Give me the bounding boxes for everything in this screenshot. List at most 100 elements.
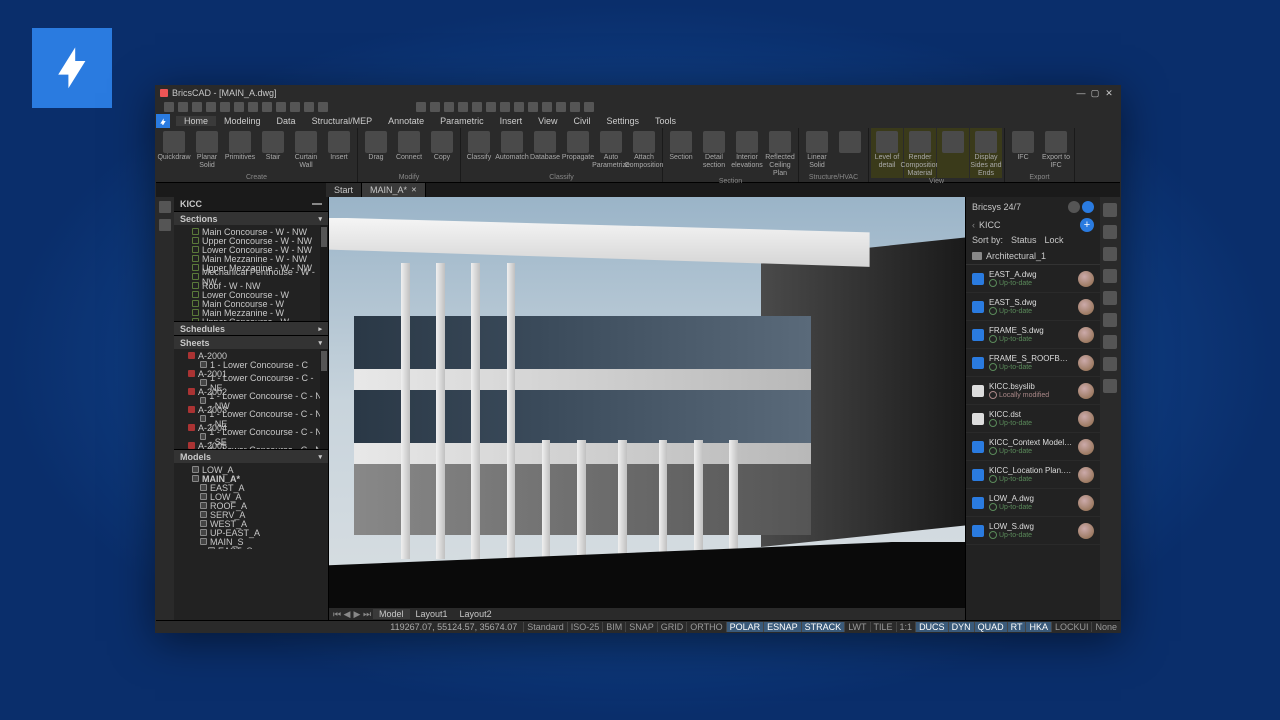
menu-modeling[interactable]: Modeling	[216, 116, 269, 126]
ribbon-reflected-ceiling-plan[interactable]: Reflected Ceiling Plan	[764, 128, 796, 178]
ribbon-insert[interactable]: Insert	[323, 128, 355, 174]
breadcrumb-label[interactable]: KICC	[979, 220, 1001, 230]
model-item[interactable]: MAIN_A*	[188, 474, 328, 483]
qat-button[interactable]	[542, 102, 552, 112]
user-icon[interactable]	[1082, 201, 1094, 213]
qat-button[interactable]	[262, 102, 272, 112]
qat-button[interactable]	[164, 102, 174, 112]
layout-tab[interactable]: Model	[373, 609, 410, 619]
models-header[interactable]: Models▾	[174, 449, 328, 463]
menu-tools[interactable]: Tools	[647, 116, 684, 126]
doc-tab[interactable]: Start	[326, 183, 362, 197]
file-item[interactable]: FRAME_S.dwgUp-to-date	[966, 321, 1100, 349]
status-grid[interactable]: GRID	[657, 622, 687, 632]
ribbon-stair[interactable]: Stair	[257, 128, 289, 174]
sync-icon[interactable]	[1068, 201, 1080, 213]
layout-tab[interactable]: Layout2	[454, 609, 498, 619]
qat-button[interactable]	[472, 102, 482, 112]
ribbon-export-to-ifc[interactable]: Export to IFC	[1040, 128, 1072, 174]
app-menu-button[interactable]	[156, 114, 170, 128]
pin-icon[interactable]	[1103, 291, 1117, 305]
globe-icon[interactable]	[1103, 247, 1117, 261]
status-dyn[interactable]: DYN	[948, 622, 974, 632]
qat-button[interactable]	[444, 102, 454, 112]
maximize-button[interactable]: ▢	[1088, 88, 1102, 99]
ribbon-automatch[interactable]: Automatch	[496, 128, 528, 174]
cloud-icon[interactable]	[1103, 357, 1117, 371]
star-icon[interactable]	[1103, 379, 1117, 393]
collapse-icon[interactable]	[312, 203, 322, 205]
qat-button[interactable]	[528, 102, 538, 112]
qat-button[interactable]	[206, 102, 216, 112]
file-item[interactable]: LOW_A.dwgUp-to-date	[966, 489, 1100, 517]
schedules-header[interactable]: Schedules▸	[174, 321, 328, 335]
status-rt[interactable]: RT	[1007, 622, 1026, 632]
file-item[interactable]: KICC_Location Plan.dwgUp-to-date	[966, 461, 1100, 489]
section-item[interactable]: Upper Concourse - W	[188, 317, 328, 321]
settings-icon[interactable]	[1103, 269, 1117, 283]
ribbon-btn[interactable]	[937, 128, 969, 178]
home-icon[interactable]	[159, 201, 171, 213]
status-iso-25[interactable]: ISO-25	[567, 622, 603, 632]
sheets-header[interactable]: Sheets▾	[174, 335, 328, 349]
ribbon-section[interactable]: Section	[665, 128, 697, 178]
qat-button[interactable]	[556, 102, 566, 112]
status-1:1[interactable]: 1:1	[896, 622, 916, 632]
status-polar[interactable]: POLAR	[726, 622, 764, 632]
model-item[interactable]: EAST_A	[188, 483, 328, 492]
model-item[interactable]: UP-EAST_A	[188, 528, 328, 537]
ribbon-interior-elevations[interactable]: Interior elevations	[731, 128, 763, 178]
menu-annotate[interactable]: Annotate	[380, 116, 432, 126]
panel-icon[interactable]	[159, 219, 171, 231]
qat-button[interactable]	[290, 102, 300, 112]
layout-prev[interactable]: ◀	[343, 609, 351, 620]
menu-view[interactable]: View	[530, 116, 565, 126]
qat-button[interactable]	[234, 102, 244, 112]
scrollbar[interactable]	[320, 225, 328, 321]
sort-lock[interactable]: Lock	[1045, 235, 1064, 245]
layout-tab[interactable]: Layout1	[410, 609, 454, 619]
menu-data[interactable]: Data	[269, 116, 304, 126]
menu-settings[interactable]: Settings	[599, 116, 648, 126]
model-item[interactable]: EAST_S	[188, 546, 328, 549]
qat-button[interactable]	[248, 102, 258, 112]
qat-button[interactable]	[500, 102, 510, 112]
status-snap[interactable]: SNAP	[625, 622, 657, 632]
menu-civil[interactable]: Civil	[566, 116, 599, 126]
qat-button[interactable]	[304, 102, 314, 112]
layout-first[interactable]: ⏮	[333, 609, 341, 620]
ribbon-btn[interactable]	[834, 128, 866, 174]
menu-home[interactable]: Home	[176, 116, 216, 126]
ribbon-propagate[interactable]: Propagate	[562, 128, 594, 174]
qat-button[interactable]	[192, 102, 202, 112]
minimize-button[interactable]: —	[1074, 88, 1088, 98]
scrollbar[interactable]	[320, 349, 328, 449]
menu-structural/mep[interactable]: Structural/MEP	[304, 116, 381, 126]
status-tile[interactable]: TILE	[870, 622, 896, 632]
ribbon-detail-section[interactable]: Detail section	[698, 128, 730, 178]
ribbon-attach-composition[interactable]: Attach Composition	[628, 128, 660, 174]
model-item[interactable]: LOW_A	[188, 492, 328, 501]
model-item[interactable]: SERV_A	[188, 510, 328, 519]
ribbon-classify[interactable]: Classify	[463, 128, 495, 174]
ribbon-connect[interactable]: Connect	[393, 128, 425, 174]
lightbulb-icon[interactable]	[1103, 203, 1117, 217]
ribbon-primitives[interactable]: Primitives	[224, 128, 256, 174]
qat-button[interactable]	[220, 102, 230, 112]
qat-button[interactable]	[178, 102, 188, 112]
ribbon-drag[interactable]: Drag	[360, 128, 392, 174]
status-hka[interactable]: HKA	[1025, 622, 1051, 632]
ribbon-render-composition-material[interactable]: Render Composition Material	[904, 128, 936, 178]
doc-tab[interactable]: MAIN_A*✕	[362, 183, 426, 197]
file-item[interactable]: LOW_S.dwgUp-to-date	[966, 517, 1100, 545]
ribbon-display-sides-and-ends[interactable]: Display Sides and Ends	[970, 128, 1002, 178]
ribbon-curtain-wall[interactable]: Curtain Wall	[290, 128, 322, 174]
box-icon[interactable]	[1103, 335, 1117, 349]
close-button[interactable]: ✕	[1102, 88, 1116, 99]
model-item[interactable]: MAIN_S	[188, 537, 328, 546]
file-item[interactable]: EAST_A.dwgUp-to-date	[966, 265, 1100, 293]
file-item[interactable]: EAST_S.dwgUp-to-date	[966, 293, 1100, 321]
back-icon[interactable]: ‹	[972, 220, 975, 230]
status-quad[interactable]: QUAD	[974, 622, 1007, 632]
file-item[interactable]: KICC.bsyslibLocally modified	[966, 377, 1100, 405]
